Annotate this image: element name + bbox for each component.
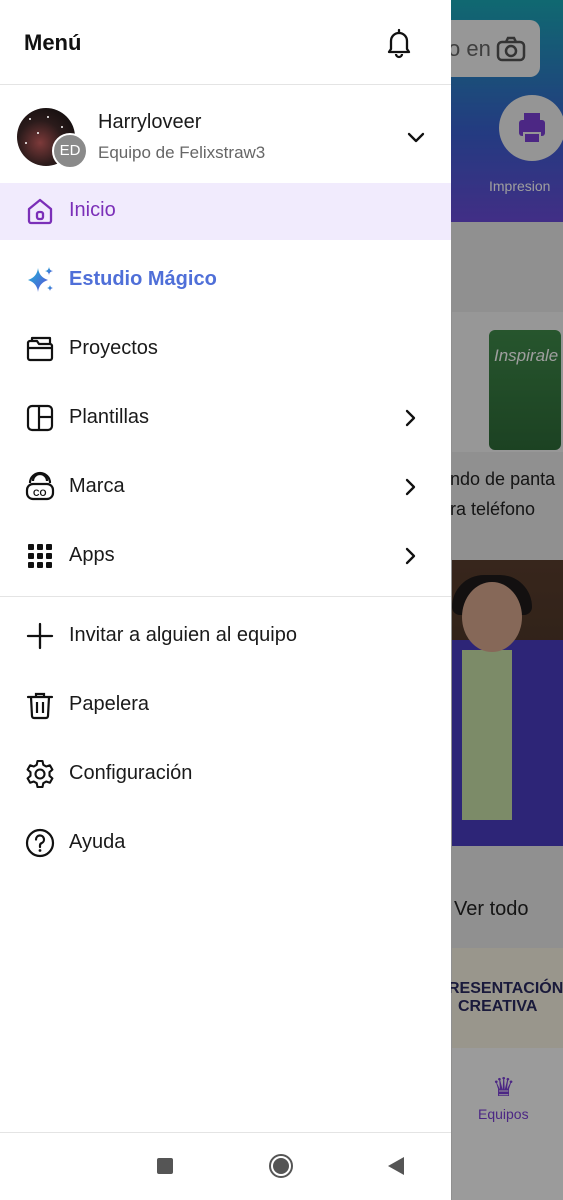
recent-apps-button[interactable] <box>157 1158 173 1174</box>
avatar-star <box>61 126 63 128</box>
sparkles-icon <box>28 267 53 292</box>
system-nav-divider <box>0 1132 451 1133</box>
home-icon <box>27 198 53 225</box>
avatar-star <box>29 118 31 120</box>
chevron-right-icon <box>405 547 416 565</box>
nav-item-label: Apps <box>69 544 115 566</box>
trash-icon <box>26 692 54 720</box>
nav-item-ayuda[interactable]: Ayuda <box>0 815 451 872</box>
nav-item-estudio-magico[interactable]: Estudio Mágico <box>0 252 451 309</box>
nav-item-plantillas[interactable]: Plantillas <box>0 390 451 447</box>
chevron-right-icon <box>405 409 416 427</box>
nav-item-label: Inicio <box>69 199 116 221</box>
nav-item-inicio[interactable]: Inicio <box>0 183 451 240</box>
avatar-star <box>37 132 39 134</box>
apps-grid-icon <box>28 544 52 568</box>
nav-item-apps[interactable]: Apps <box>0 528 451 585</box>
nav-item-label: Marca <box>69 475 125 497</box>
nav-item-configuracion[interactable]: Configuración <box>0 746 451 803</box>
brand-icon: CO <box>25 471 55 501</box>
nav-item-marca[interactable]: CO Marca <box>0 459 451 516</box>
nav-item-label: Proyectos <box>69 337 158 359</box>
account-name: Harryloveer <box>98 111 202 133</box>
account-team: Equipo de Felixstraw3 <box>98 143 266 162</box>
svg-text:CO: CO <box>33 488 47 498</box>
nav-item-papelera[interactable]: Papelera <box>0 677 451 734</box>
gear-icon <box>26 759 54 789</box>
home-button-dot <box>273 1158 289 1174</box>
folder-icon <box>26 336 54 362</box>
nav-item-label: Estudio Mágico <box>69 268 217 290</box>
drawer-title: Menú <box>24 30 82 55</box>
team-badge: ED <box>52 133 88 169</box>
nav-item-proyectos[interactable]: Proyectos <box>0 321 451 378</box>
nav-item-label: Configuración <box>69 762 193 784</box>
template-icon <box>26 404 54 432</box>
nav-item-invitar[interactable]: Invitar a alguien al equipo <box>0 608 451 665</box>
nav-item-label: Ayuda <box>69 831 126 853</box>
nav-item-label: Invitar a alguien al equipo <box>69 624 297 646</box>
nav-item-label: Plantillas <box>69 406 150 428</box>
back-button[interactable] <box>388 1157 404 1175</box>
nav-item-label: Papelera <box>69 693 150 715</box>
bell-icon[interactable] <box>383 27 415 59</box>
avatar-star <box>25 142 27 144</box>
chevron-down-icon[interactable] <box>404 125 428 149</box>
navigation-drawer: Menú ED Harryloveer Equipo de Felixstraw… <box>0 0 451 1200</box>
chevron-right-icon <box>405 478 416 496</box>
avatar-star <box>47 116 49 118</box>
plus-icon <box>26 622 54 650</box>
help-icon <box>25 828 55 858</box>
menu-divider <box>0 596 451 597</box>
